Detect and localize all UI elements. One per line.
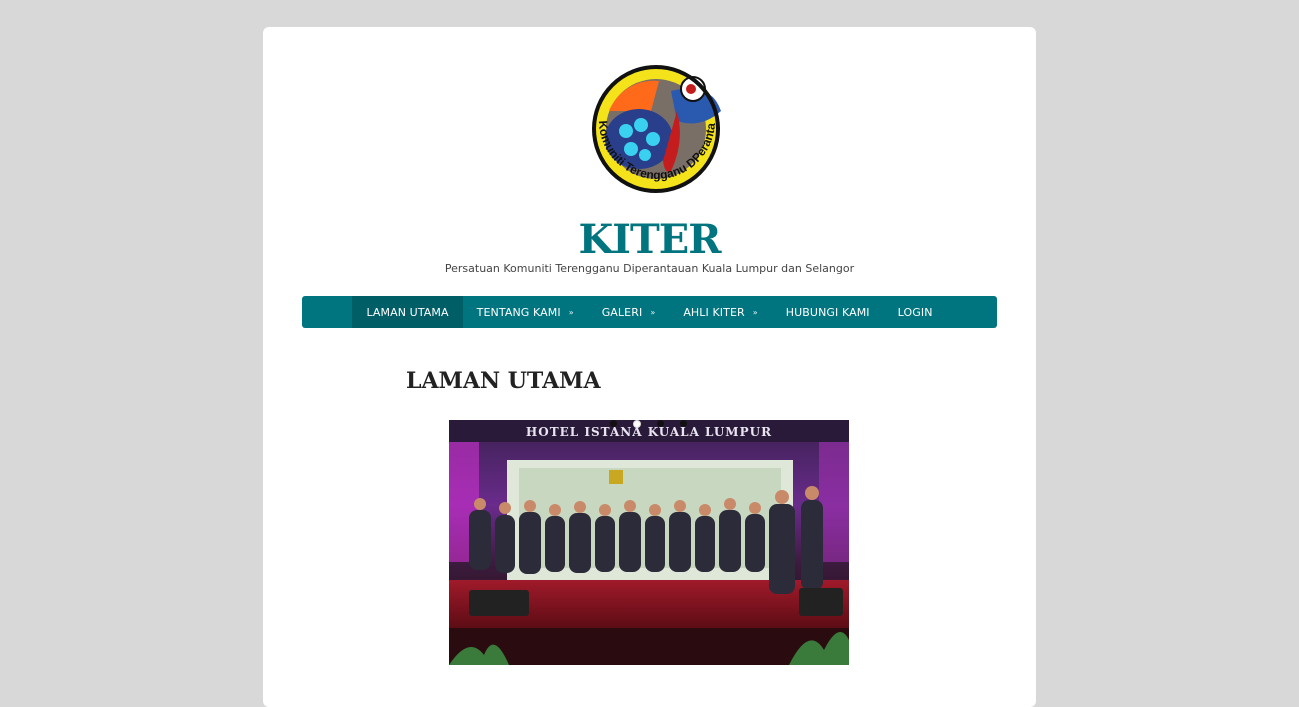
chevron-down-icon: » xyxy=(752,307,758,317)
page-container: Komuniti Terengganu DPerantauan KITER Pe… xyxy=(263,27,1036,707)
slider-dot[interactable] xyxy=(680,420,687,427)
site-title[interactable]: KITER xyxy=(263,217,1036,263)
nav-item-hubungi-kami[interactable]: HUBUNGI KAMI xyxy=(772,296,884,328)
slider-dot[interactable] xyxy=(657,420,664,427)
chevron-down-icon: » xyxy=(568,307,574,317)
chevron-down-icon: » xyxy=(650,307,656,317)
slider-dot[interactable] xyxy=(610,420,617,427)
page-title: LAMAN UTAMA xyxy=(406,368,601,394)
nav-item-login[interactable]: LOGIN xyxy=(884,296,947,328)
site-tagline: Persatuan Komuniti Terengganu Diperantau… xyxy=(444,262,855,275)
nav-item-tentang-kami[interactable]: TENTANG KAMI » xyxy=(463,296,588,328)
main-navigation: LAMAN UTAMA TENTANG KAMI » GALERI » AHLI… xyxy=(302,296,997,328)
nav-item-ahli-kiter[interactable]: AHLI KITER » xyxy=(669,296,771,328)
nav-item-galeri[interactable]: GALERI » xyxy=(588,296,670,328)
nav-item-label: TENTANG KAMI xyxy=(476,305,561,319)
site-logo[interactable]: Komuniti Terengganu DPerantauan xyxy=(577,40,731,205)
nav-item-label: HUBUNGI KAMI xyxy=(785,305,870,319)
nav-item-label: LAMAN UTAMA xyxy=(366,305,449,319)
nav-item-label: LOGIN xyxy=(897,305,933,319)
image-slider[interactable]: HOTEL ISTANA KUALA LUMPUR xyxy=(449,420,849,665)
nav-item-label: AHLI KITER xyxy=(683,305,745,319)
event-photo: HOTEL ISTANA KUALA LUMPUR xyxy=(449,420,849,665)
nav-item-laman-utama[interactable]: LAMAN UTAMA xyxy=(352,296,463,328)
nav-item-label: GALERI xyxy=(601,305,643,319)
slider-dots xyxy=(610,420,687,428)
slider-dot-active[interactable] xyxy=(633,420,641,428)
